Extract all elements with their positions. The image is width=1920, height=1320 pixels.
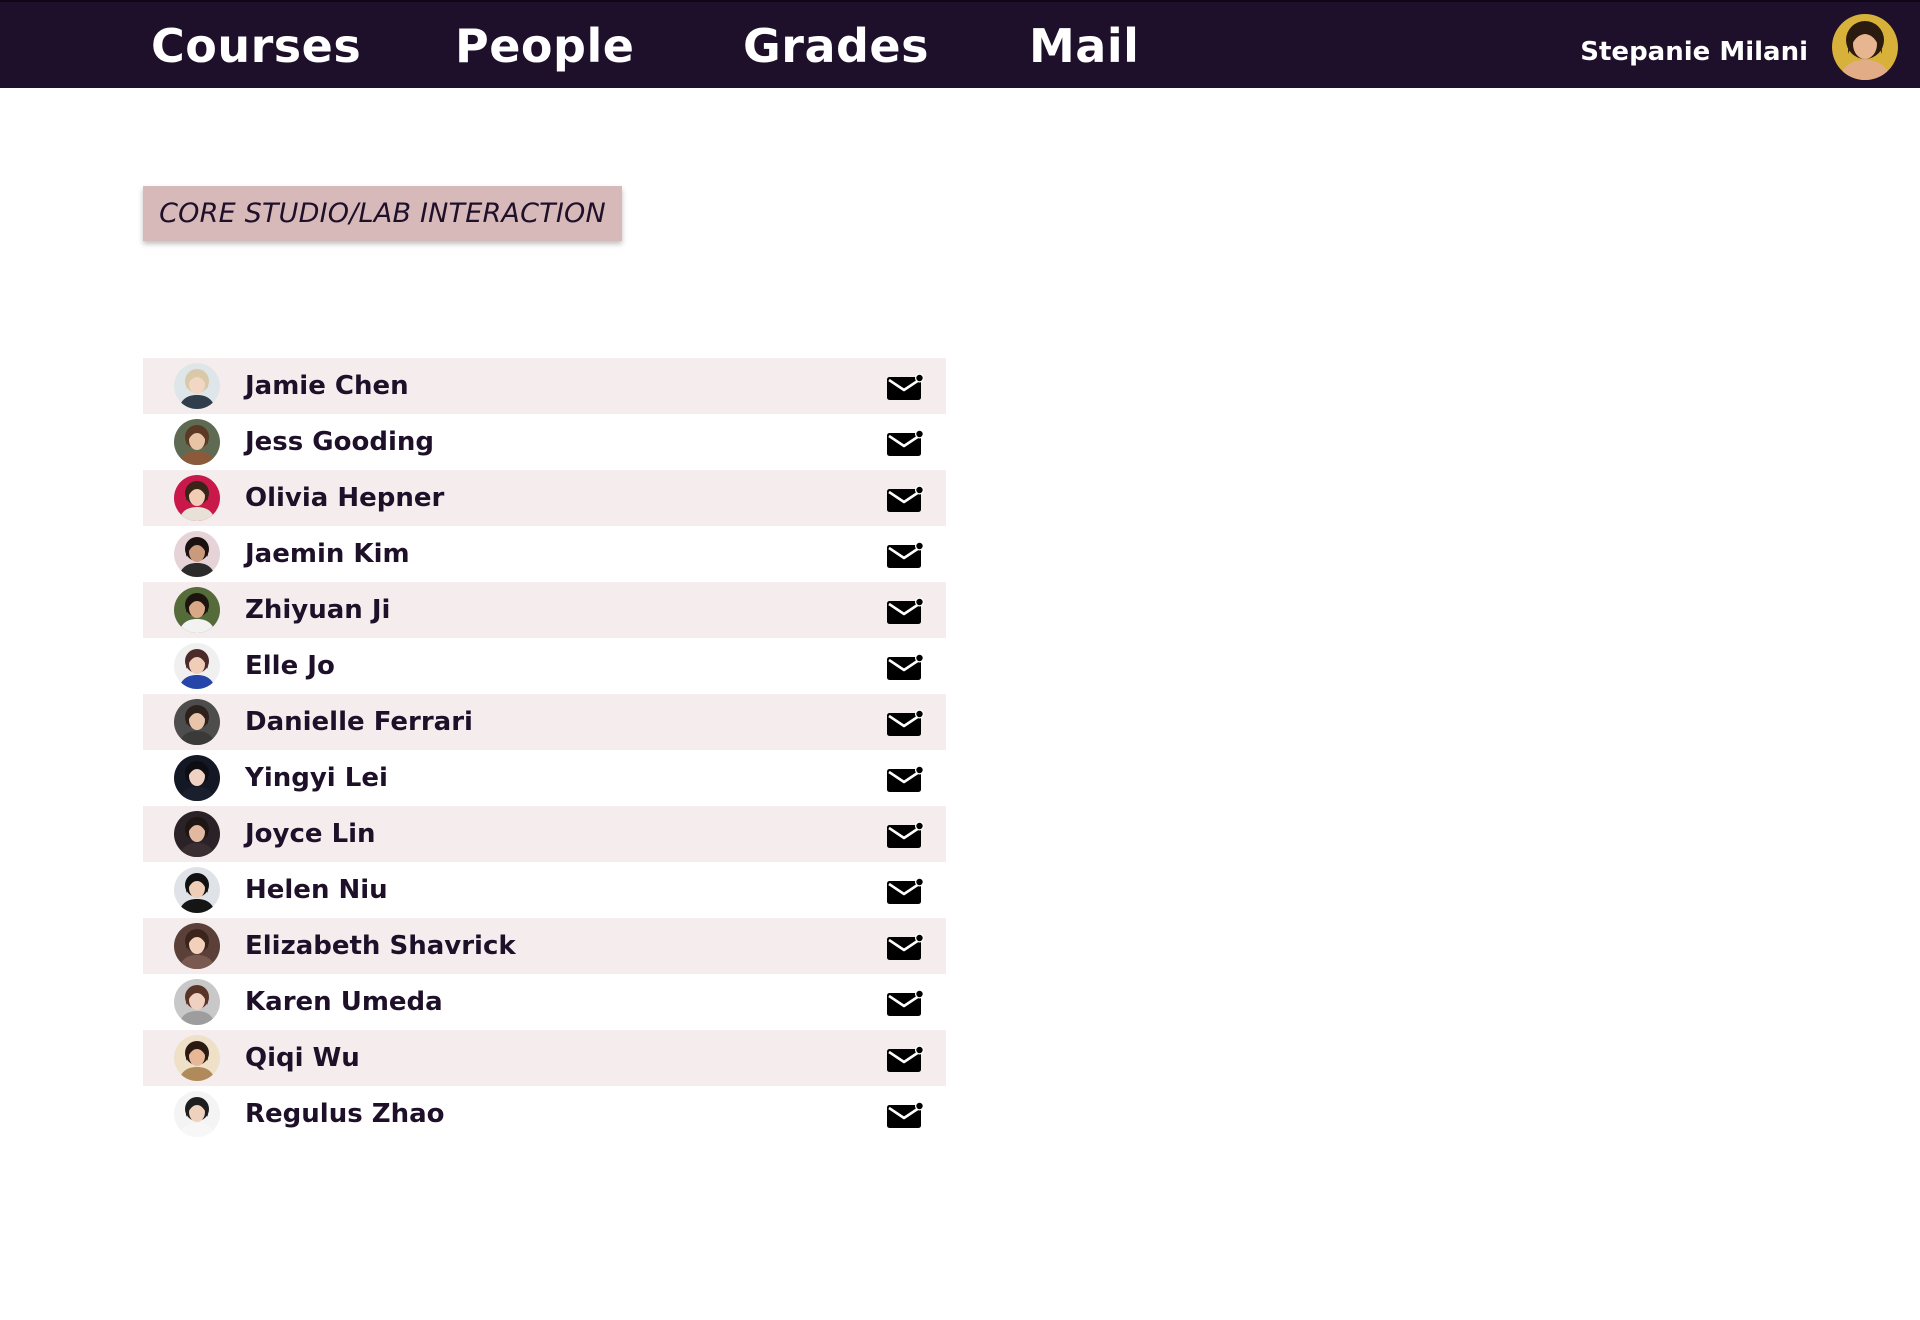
nav-grades[interactable]: Grades [743, 16, 929, 76]
person-avatar[interactable] [174, 867, 220, 913]
person-row[interactable]: Jess Gooding [143, 414, 946, 470]
person-row[interactable]: Helen Niu [143, 862, 946, 918]
profile-photo-icon [174, 419, 220, 465]
person-avatar[interactable] [174, 587, 220, 633]
person-avatar[interactable] [174, 699, 220, 745]
person-row[interactable]: Qiqi Wu [143, 1030, 946, 1086]
mail-icon [887, 821, 924, 848]
top-nav-bar: Courses People Grades Mail Stepanie Mila… [0, 0, 1920, 88]
mail-icon [887, 485, 924, 512]
person-row[interactable]: Danielle Ferrari [143, 694, 946, 750]
user-name[interactable]: Stepanie Milani [1580, 34, 1808, 70]
profile-photo-icon [174, 1091, 220, 1137]
mail-icon [887, 653, 924, 680]
profile-photo-icon [174, 867, 220, 913]
user-avatar-photo-icon [1832, 14, 1898, 80]
person-row[interactable]: Karen Umeda [143, 974, 946, 1030]
send-mail-button[interactable] [886, 541, 924, 569]
nav-people[interactable]: People [455, 16, 634, 76]
people-list: Jamie Chen Jess Gooding Olivia Hepner Jaemi… [143, 358, 946, 1142]
person-name[interactable]: Jamie Chen [245, 370, 409, 402]
profile-photo-icon [174, 1035, 220, 1081]
person-name[interactable]: Yingyi Lei [245, 762, 388, 794]
profile-photo-icon [174, 643, 220, 689]
send-mail-button[interactable] [886, 989, 924, 1017]
person-avatar[interactable] [174, 923, 220, 969]
mail-icon [887, 989, 924, 1016]
person-avatar[interactable] [174, 363, 220, 409]
send-mail-button[interactable] [886, 1101, 924, 1129]
person-avatar[interactable] [174, 1091, 220, 1137]
send-mail-button[interactable] [886, 597, 924, 625]
nav-mail[interactable]: Mail [1029, 16, 1139, 76]
person-name[interactable]: Helen Niu [245, 874, 388, 906]
person-avatar[interactable] [174, 643, 220, 689]
user-avatar[interactable] [1832, 14, 1898, 80]
profile-photo-icon [174, 587, 220, 633]
person-row[interactable]: Regulus Zhao [143, 1086, 946, 1142]
person-name[interactable]: Olivia Hepner [245, 482, 444, 514]
send-mail-button[interactable] [886, 373, 924, 401]
person-name[interactable]: Elizabeth Shavrick [245, 930, 516, 962]
mail-icon [887, 1101, 924, 1128]
person-row[interactable]: Olivia Hepner [143, 470, 946, 526]
person-avatar[interactable] [174, 755, 220, 801]
person-name[interactable]: Jaemin Kim [245, 538, 410, 570]
person-row[interactable]: Yingyi Lei [143, 750, 946, 806]
person-avatar[interactable] [174, 419, 220, 465]
person-name[interactable]: Karen Umeda [245, 986, 443, 1018]
course-tag[interactable]: CORE STUDIO/LAB INTERACTION [143, 186, 622, 241]
profile-photo-icon [174, 699, 220, 745]
send-mail-button[interactable] [886, 485, 924, 513]
mail-icon [887, 709, 924, 736]
send-mail-button[interactable] [886, 709, 924, 737]
person-row[interactable]: Joyce Lin [143, 806, 946, 862]
person-row[interactable]: Elle Jo [143, 638, 946, 694]
nav-courses[interactable]: Courses [151, 16, 361, 76]
send-mail-button[interactable] [886, 429, 924, 457]
send-mail-button[interactable] [886, 821, 924, 849]
mail-icon [887, 541, 924, 568]
send-mail-button[interactable] [886, 1045, 924, 1073]
person-avatar[interactable] [174, 1035, 220, 1081]
send-mail-button[interactable] [886, 765, 924, 793]
send-mail-button[interactable] [886, 877, 924, 905]
person-avatar[interactable] [174, 475, 220, 521]
person-row[interactable]: Zhiyuan Ji [143, 582, 946, 638]
profile-photo-icon [174, 475, 220, 521]
person-avatar[interactable] [174, 531, 220, 577]
mail-icon [887, 429, 924, 456]
person-name[interactable]: Qiqi Wu [245, 1042, 360, 1074]
mail-icon [887, 765, 924, 792]
person-avatar[interactable] [174, 979, 220, 1025]
mail-icon [887, 877, 924, 904]
person-name[interactable]: Regulus Zhao [245, 1098, 445, 1130]
person-name[interactable]: Zhiyuan Ji [245, 594, 390, 626]
profile-photo-icon [174, 811, 220, 857]
person-row[interactable]: Elizabeth Shavrick [143, 918, 946, 974]
send-mail-button[interactable] [886, 933, 924, 961]
profile-photo-icon [174, 363, 220, 409]
person-row[interactable]: Jaemin Kim [143, 526, 946, 582]
person-name[interactable]: Elle Jo [245, 650, 335, 682]
person-name[interactable]: Danielle Ferrari [245, 706, 473, 738]
send-mail-button[interactable] [886, 653, 924, 681]
person-name[interactable]: Joyce Lin [245, 818, 376, 850]
person-row[interactable]: Jamie Chen [143, 358, 946, 414]
mail-icon [887, 933, 924, 960]
profile-photo-icon [174, 531, 220, 577]
mail-icon [887, 1045, 924, 1072]
mail-icon [887, 597, 924, 624]
mail-icon [887, 373, 924, 400]
profile-photo-icon [174, 979, 220, 1025]
person-avatar[interactable] [174, 811, 220, 857]
person-name[interactable]: Jess Gooding [245, 426, 434, 458]
profile-photo-icon [174, 923, 220, 969]
profile-photo-icon [174, 755, 220, 801]
